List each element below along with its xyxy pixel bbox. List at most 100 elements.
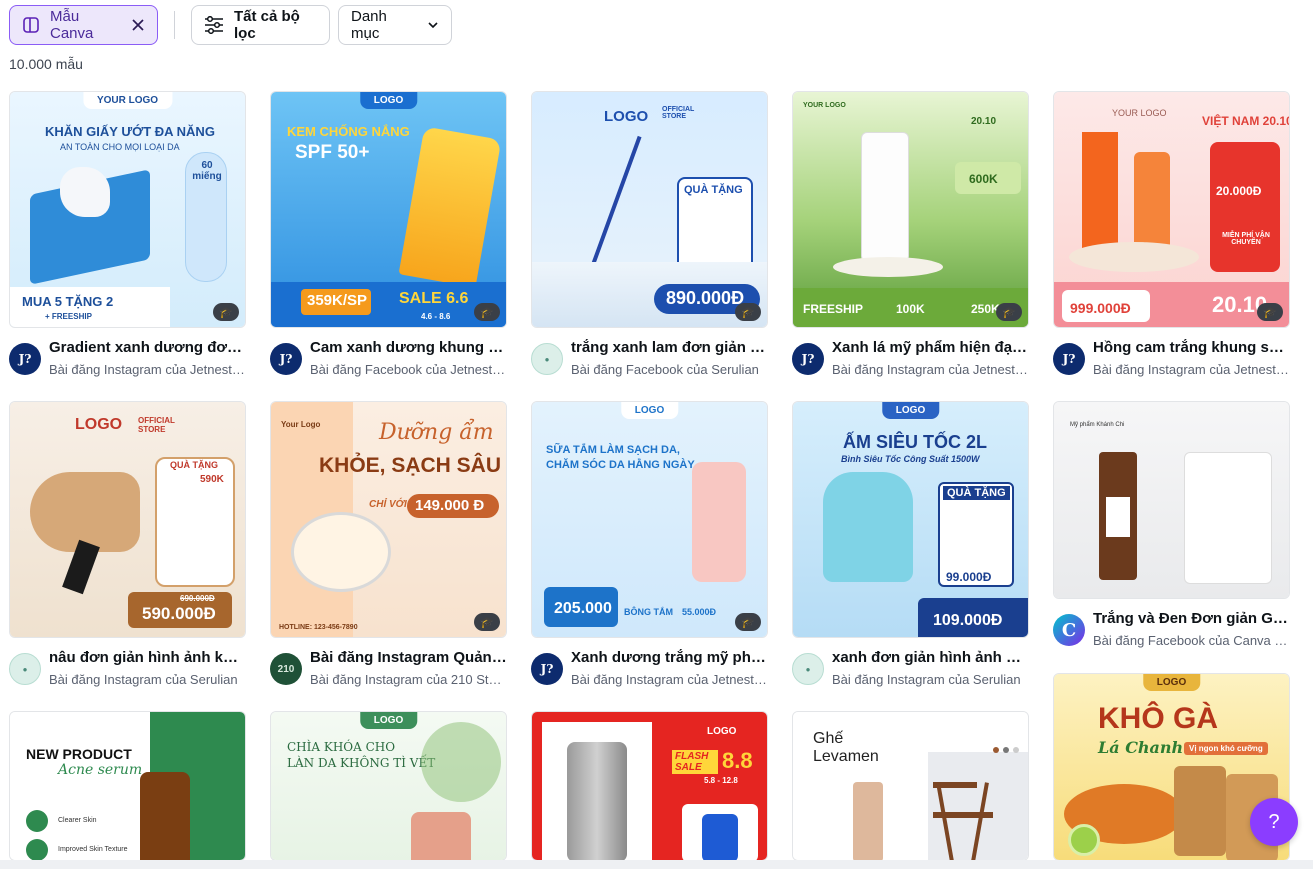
template-meta: ● xanh đơn giản hình ảnh khuyến mãi Bài …	[792, 649, 1029, 693]
template-meta: C Trắng và Đen Đơn giản Giao diện Bài đă…	[1053, 610, 1290, 654]
canva-templates-chip[interactable]: Mẫu Canva	[9, 5, 158, 45]
template-meta: J? Xanh lá mỹ phẩm hiện đại sang trọng B…	[792, 339, 1029, 383]
template-thumbnail[interactable]: LOGO OFFICIAL STORE QUÀ TẶNG 590K 690.00…	[9, 401, 246, 638]
thumb-text: 60 miếng	[192, 160, 222, 182]
template-title[interactable]: Trắng và Đen Đơn giản Giao diện	[1093, 610, 1290, 627]
thumb-text: CHỈ VỚI	[369, 499, 407, 510]
template-title[interactable]: xanh đơn giản hình ảnh khuyến mãi	[832, 649, 1029, 666]
thumb-text: LÀN DA KHÔNG TÌ VẾT	[287, 756, 436, 770]
thumb-text: VIỆT NAM 20.10	[1202, 114, 1290, 128]
template-thumbnail[interactable]: YOUR LOGO 20.10 600K FREESHIP 100K 250K …	[792, 91, 1029, 328]
thumb-text: ẤM SIÊU TỐC 2L	[843, 432, 988, 452]
thumb-text: 600K	[969, 172, 998, 186]
thumb-text: YOUR LOGO	[1112, 108, 1167, 118]
template-subtitle: Bài đăng Instagram của 210 Studio	[310, 672, 507, 687]
thumb-text: LOGO	[707, 726, 737, 737]
thumb-text: MUA 5 TẶNG 2	[22, 294, 114, 309]
thumb-text: 5.8 - 12.8	[704, 776, 738, 785]
template-thumbnail[interactable]: LOGO CHÌA KHÓA CHO LÀN DA KHÔNG TÌ VẾT	[270, 711, 507, 861]
thumb-text: Your Logo	[281, 420, 321, 429]
thumb-text: SỮA TẮM LÀM SẠCH DA,	[546, 444, 680, 456]
template-title[interactable]: nâu đơn giản hình ảnh khuyến mãi	[49, 649, 246, 666]
template-subtitle: Bài đăng Facebook của Canva Creative Stu…	[1093, 633, 1290, 648]
thumb-text: LOGO	[620, 402, 679, 419]
avatar[interactable]: J?	[270, 343, 302, 375]
thumb-text: 8.8	[722, 748, 753, 773]
chevron-down-icon	[427, 21, 439, 29]
template-meta: ● nâu đơn giản hình ảnh khuyến mãi Bài đ…	[9, 649, 246, 693]
template-title[interactable]: Hồng cam trắng khung sản phẩm	[1093, 339, 1290, 356]
thumb-text: 109.000Đ	[933, 612, 1003, 629]
avatar[interactable]: J?	[9, 343, 41, 375]
thumb-text: OFFICIAL STORE	[138, 416, 175, 434]
thumb-text: Clearer Skin	[58, 817, 97, 824]
bottom-strip	[0, 860, 1313, 869]
thumb-text: + FREESHIP	[45, 312, 92, 321]
template-icon	[22, 16, 40, 34]
avatar[interactable]: C	[1053, 614, 1085, 646]
template-thumbnail[interactable]: NEW PRODUCT Acne serum Clearer Skin Impr…	[9, 711, 246, 861]
category-dropdown[interactable]: Danh mục	[338, 5, 452, 45]
sliders-icon	[204, 16, 224, 34]
thumb-text: KEM CHỐNG NẮNG	[287, 124, 410, 139]
thumb-text: LOGO	[1142, 674, 1201, 691]
thumb-text: Dưỡng ẩm	[379, 420, 494, 445]
template-thumbnail[interactable]: YOUR LOGO VIỆT NAM 20.10 20.000Đ MIỄN PH…	[1053, 91, 1290, 328]
template-subtitle: Bài đăng Instagram của Serulian	[49, 672, 238, 687]
thumb-text: NEW PRODUCT	[26, 746, 132, 762]
avatar[interactable]: J?	[1053, 343, 1085, 375]
thumb-text: LOGO	[604, 108, 649, 125]
graduation-cap-icon: 🎓	[213, 303, 239, 321]
thumb-text: HOTLINE: 123-456-7890	[279, 624, 358, 631]
avatar[interactable]: ●	[9, 653, 41, 685]
template-thumbnail[interactable]: YOUR LOGO KHĂN GIẤY ƯỚT ĐA NĂNG AN TOÀN …	[9, 91, 246, 328]
template-thumbnail[interactable]: LOGO ẤM SIÊU TỐC 2L Bình Siêu Tốc Công S…	[792, 401, 1029, 638]
close-icon[interactable]	[131, 18, 145, 32]
template-thumbnail[interactable]: Mỹ phẩm Khánh Chi	[1053, 401, 1290, 599]
all-filters-button[interactable]: Tất cả bộ lọc	[191, 5, 330, 45]
thumb-text: Vị ngon khó cưỡng	[1184, 742, 1268, 755]
thumb-text: KHÔ GÀ	[1098, 702, 1218, 735]
thumb-text: QUÀ TẶNG	[170, 460, 218, 470]
thumb-text: 890.000Đ	[666, 288, 745, 308]
thumb-text: LOGO	[75, 416, 123, 433]
template-thumbnail[interactable]: Your Logo Dưỡng ẩm KHỎE, SẠCH SÂU CHỈ VỚ…	[270, 401, 507, 638]
template-title[interactable]: Gradient xanh dương đơn giản	[49, 339, 246, 356]
results-count: 10.000 mẫu	[9, 56, 83, 72]
template-title[interactable]: trắng xanh lam đơn giản hiện đại	[571, 339, 768, 356]
thumb-text: 20.10	[971, 116, 997, 127]
avatar[interactable]: J?	[792, 343, 824, 375]
template-thumbnail[interactable]: Ghế Levamen	[792, 711, 1029, 861]
thumb-text: 149.000 Đ	[415, 497, 485, 514]
graduation-cap-icon: 🎓	[474, 613, 500, 631]
graduation-cap-icon: 🎓	[1257, 303, 1283, 321]
avatar[interactable]: ●	[531, 343, 563, 375]
template-thumbnail[interactable]: LOGO KEM CHỐNG NẮNG SPF 50+ 359K/SP SALE…	[270, 91, 507, 328]
template-thumbnail[interactable]: LOGO SỮA TẮM LÀM SẠCH DA, CHĂM SÓC DA HẰ…	[531, 401, 768, 638]
avatar[interactable]: ●	[792, 653, 824, 685]
template-title[interactable]: Cam xanh dương khung sản phẩm	[310, 339, 507, 356]
thumb-text: MIỄN PHÍ VẬN CHUYỂN	[1222, 232, 1270, 246]
thumb-text: FLASH SALE	[672, 750, 718, 774]
template-meta: 210 Bài đăng Instagram Quảng cáo Bài đăn…	[270, 649, 507, 693]
template-meta: J? Hồng cam trắng khung sản phẩm Bài đăn…	[1053, 339, 1290, 383]
thumb-text: Lá Chanh	[1098, 738, 1184, 757]
thumb-text: CHĂM SÓC DA HẰNG NGÀY	[546, 459, 695, 471]
template-title[interactable]: Xanh lá mỹ phẩm hiện đại sang trọng	[832, 339, 1029, 356]
avatar[interactable]: J?	[531, 653, 563, 685]
thumb-text: OFFICIAL STORE	[662, 106, 695, 120]
thumb-text: Improved Skin Texture	[58, 846, 128, 853]
thumb-text: YOUR LOGO	[82, 92, 173, 109]
thumb-text: Mỹ phẩm Khánh Chi	[1070, 422, 1125, 428]
template-meta: J? Cam xanh dương khung sản phẩm Bài đăn…	[270, 339, 507, 383]
thumb-text: LOGO	[881, 402, 940, 419]
template-thumbnail[interactable]: LOGO FLASH SALE 8.8 5.8 - 12.8	[531, 711, 768, 861]
thumb-text: CHÌA KHÓA CHO	[287, 740, 396, 754]
template-title[interactable]: Bài đăng Instagram Quảng cáo	[310, 649, 507, 666]
avatar[interactable]: 210	[270, 653, 302, 685]
template-title[interactable]: Xanh dương trắng mỹ phẩm hiện đại	[571, 649, 768, 666]
thumb-text: LOGO	[359, 92, 418, 109]
template-thumbnail[interactable]: LOGO OFFICIAL STORE QUÀ TẶNG 890.000Đ 🎓	[531, 91, 768, 328]
help-button[interactable]: ?	[1250, 798, 1298, 846]
thumb-text: Bình Siêu Tốc Công Suất 1500W	[841, 454, 980, 464]
